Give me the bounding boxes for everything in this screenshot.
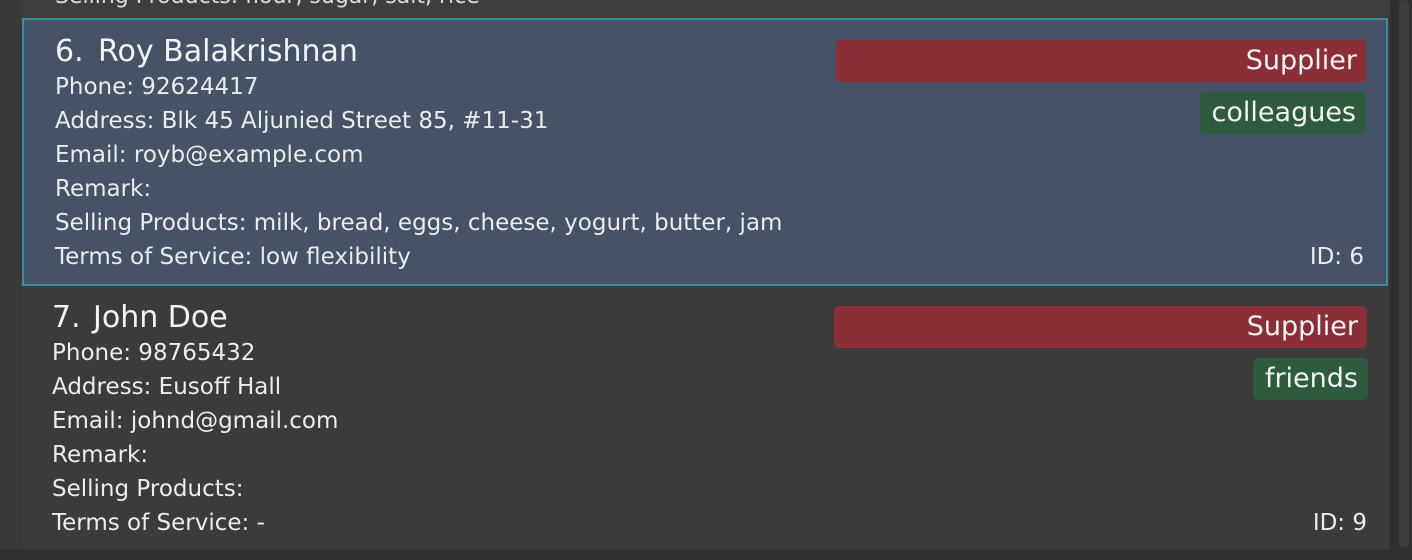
role-tag: Supplier — [834, 306, 1367, 348]
person-name: Roy Balakrishnan — [98, 34, 358, 69]
person-remark: Remark: — [55, 176, 152, 202]
person-address: Address: Blk 45 Aljunied Street 85, #11-… — [55, 108, 549, 134]
previous-card-cut-text: Selling Products: flour, sugar, salt, ri… — [55, 0, 480, 9]
person-index: 6. — [55, 34, 84, 69]
person-name: John Doe — [93, 300, 228, 335]
role-tag: Supplier — [836, 40, 1366, 82]
list-left-gutter — [0, 0, 21, 560]
person-selling-products: Selling Products: — [52, 476, 244, 502]
person-card[interactable]: 7. John Doe Phone: 98765432 Address: Eus… — [21, 290, 1390, 550]
person-address: Address: Eusoff Hall — [52, 374, 282, 400]
person-terms-of-service: Terms of Service: low flexibility — [55, 244, 411, 270]
person-list-viewport: Selling Products: flour, sugar, salt, ri… — [0, 0, 1412, 560]
scrollbar-thumb[interactable] — [1399, 0, 1409, 548]
group-tag: colleagues — [1199, 92, 1366, 134]
person-terms-of-service: Terms of Service: - — [52, 510, 265, 536]
person-list[interactable]: Selling Products: flour, sugar, salt, ri… — [0, 0, 1390, 560]
person-card[interactable]: 6. Roy Balakrishnan Phone: 92624417 Addr… — [22, 18, 1388, 286]
person-email: Email: johnd@gmail.com — [52, 408, 339, 434]
person-phone: Phone: 98765432 — [52, 340, 256, 366]
person-id: ID: 9 — [1312, 510, 1367, 536]
person-remark: Remark: — [52, 442, 149, 468]
person-email: Email: royb@example.com — [55, 142, 364, 168]
person-index: 7. — [52, 300, 81, 335]
person-selling-products: Selling Products: milk, bread, eggs, che… — [55, 210, 783, 236]
group-tag: friends — [1252, 358, 1368, 400]
list-bottom-edge — [0, 550, 1390, 560]
person-phone: Phone: 92624417 — [55, 74, 259, 100]
vertical-scrollbar[interactable] — [1390, 0, 1412, 560]
person-id: ID: 6 — [1309, 244, 1364, 270]
previous-card-partial[interactable]: Selling Products: flour, sugar, salt, ri… — [21, 0, 1390, 18]
